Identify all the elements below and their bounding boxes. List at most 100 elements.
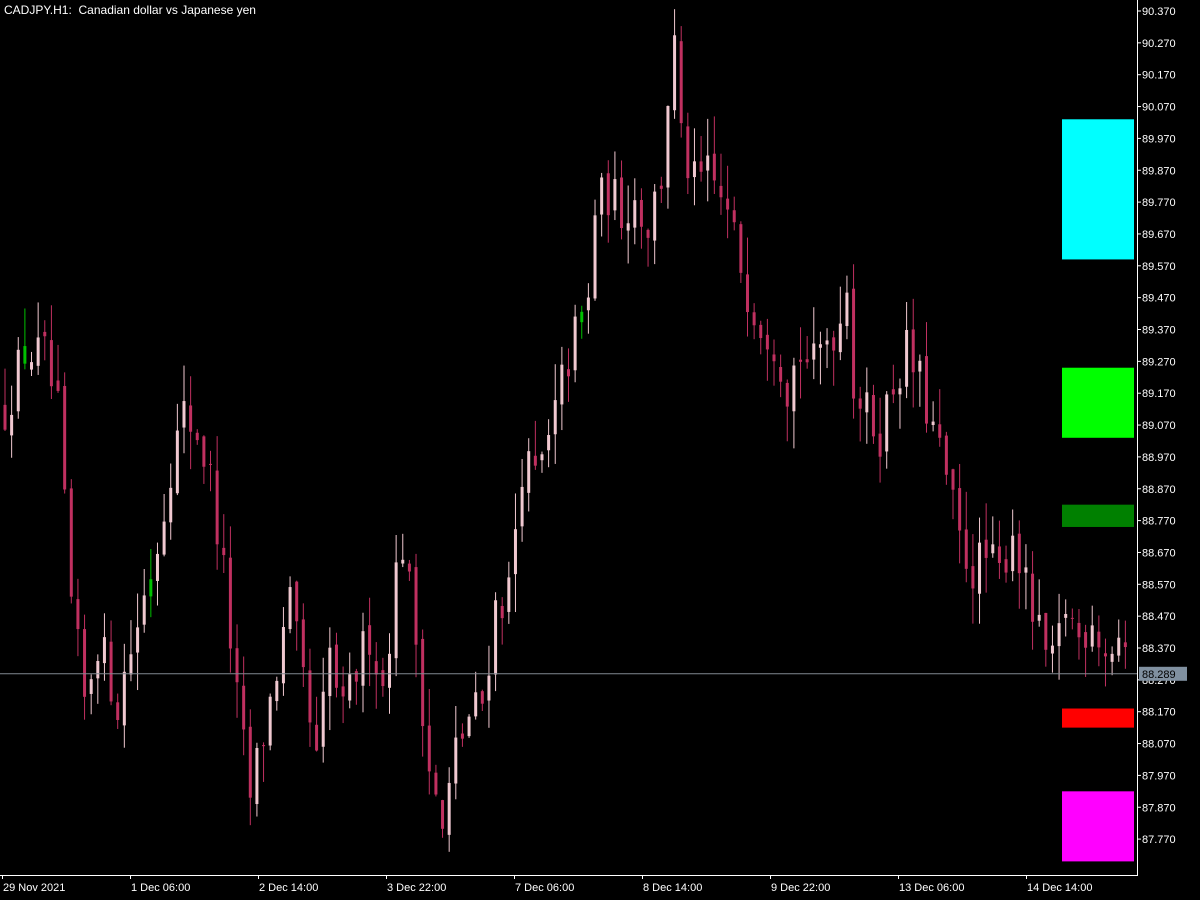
y-tick-label: 89.570: [1142, 261, 1176, 273]
candle-body: [328, 647, 332, 697]
candle-body: [1064, 614, 1068, 618]
x-tick-label: 1 Dec 06:00: [131, 882, 190, 894]
candle-body: [1090, 625, 1094, 647]
candle-body: [202, 436, 206, 467]
candle-body: [593, 215, 597, 299]
candle-body: [228, 557, 232, 649]
candle-body: [978, 542, 982, 594]
candle-body: [394, 562, 398, 659]
candle-body: [96, 661, 100, 679]
candle-body: [368, 625, 372, 655]
y-tick-label: 90.070: [1142, 102, 1176, 114]
y-tick-label: 89.670: [1142, 229, 1176, 241]
candle: [268, 693, 272, 751]
candle: [679, 26, 683, 138]
candle-body: [547, 435, 551, 451]
candle-body: [142, 595, 146, 625]
candle-body: [301, 619, 305, 668]
candle-body: [553, 400, 557, 435]
candle-body: [427, 725, 431, 772]
candle-body: [43, 331, 47, 337]
candle-body: [10, 414, 14, 436]
candle-body: [500, 605, 504, 619]
candle-body: [573, 316, 577, 371]
candle: [467, 714, 471, 738]
candle-body: [281, 627, 285, 684]
y-tick-label: 90.170: [1142, 70, 1176, 82]
candle-body: [315, 724, 319, 751]
candle-body: [354, 671, 358, 682]
candle-body: [102, 637, 106, 664]
candle-body: [865, 392, 869, 413]
y-tick-label: 89.770: [1142, 197, 1176, 209]
candle-body: [891, 389, 895, 395]
y-tick-label: 88.770: [1142, 516, 1176, 528]
zone-magenta: [1062, 791, 1134, 862]
candle-body: [162, 521, 166, 555]
candle-body: [268, 696, 272, 746]
candle-body: [23, 346, 27, 364]
zone-lime: [1062, 367, 1134, 438]
candle-body: [36, 337, 40, 366]
candle-body: [447, 782, 451, 835]
candle-body: [63, 385, 67, 490]
candle-body: [924, 356, 928, 424]
candle-body: [997, 546, 1001, 563]
candle-body: [706, 155, 710, 171]
x-tick-label: 3 Dec 22:00: [387, 882, 446, 894]
candle-body: [799, 359, 803, 362]
candle-body: [1011, 535, 1015, 572]
candle-body: [242, 685, 246, 730]
y-tick-label: 88.070: [1142, 739, 1176, 751]
current-price-label: 88.289: [1142, 669, 1176, 681]
x-tick-label: 29 Nov 2021: [3, 882, 65, 894]
candlestick-chart[interactable]: 90.370 90.270 90.170 90.070 89.970 89.870 89.7…: [0, 0, 1200, 900]
candle-body: [195, 432, 199, 441]
x-tick-label: 7 Dec 06:00: [515, 882, 574, 894]
instrument-description: Canadian dollar vs Japanese yen: [78, 3, 256, 17]
candle-body: [626, 223, 630, 231]
candle-body: [209, 463, 213, 465]
candle-body: [712, 153, 716, 181]
candle-body: [136, 627, 140, 653]
candle-body: [818, 344, 822, 348]
candle-body: [3, 404, 7, 430]
candle-body: [1123, 642, 1127, 648]
candle-body: [334, 644, 338, 688]
candle-body: [1097, 631, 1101, 648]
candle-body: [474, 692, 478, 717]
candle-body: [600, 177, 604, 215]
candle-body: [679, 41, 683, 124]
y-tick-label: 89.270: [1142, 356, 1176, 368]
candle-body: [421, 638, 425, 727]
candle-body: [348, 674, 352, 701]
candle-body: [852, 288, 856, 399]
candle-body: [726, 198, 730, 210]
candle-body: [414, 567, 418, 645]
candle-body: [931, 421, 935, 425]
y-tick-label: 88.370: [1142, 643, 1176, 655]
candle-body: [567, 369, 570, 377]
candle-body: [686, 126, 690, 179]
y-tick-label: 88.870: [1142, 484, 1176, 496]
y-tick-label: 89.470: [1142, 293, 1176, 305]
candle-body: [792, 365, 796, 412]
candle-body: [1024, 567, 1028, 573]
y-tick-label: 90.370: [1142, 6, 1176, 18]
x-tick-label: 8 Dec 14:00: [643, 882, 702, 894]
y-tick-label: 89.370: [1142, 325, 1176, 337]
candle-body: [89, 679, 93, 694]
candle-body: [341, 686, 345, 697]
candle-body: [1070, 617, 1074, 619]
candle-body: [275, 680, 279, 702]
candle-body: [361, 631, 365, 686]
candle-body: [1077, 622, 1081, 638]
candle-body: [533, 455, 537, 466]
candle-body: [885, 394, 889, 452]
candle-body: [812, 343, 816, 360]
y-tick-label: 89.970: [1142, 133, 1176, 145]
candle-body: [1110, 653, 1114, 662]
x-tick-label: 14 Dec 14:00: [1027, 882, 1092, 894]
candle-body: [69, 488, 73, 597]
candle-body: [845, 292, 849, 327]
